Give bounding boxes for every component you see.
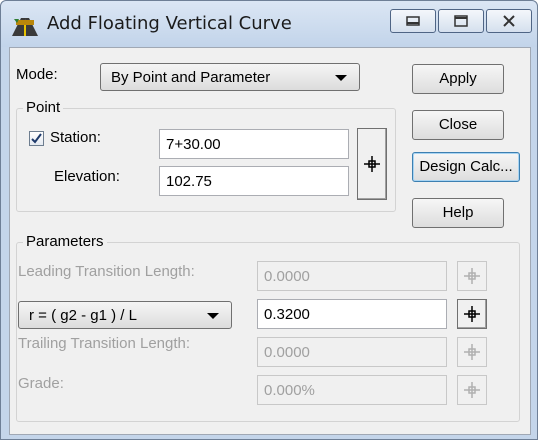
minimize-button[interactable] — [390, 9, 436, 33]
mode-dropdown-value: By Point and Parameter — [111, 69, 271, 86]
restore-button[interactable] — [438, 9, 484, 33]
help-button[interactable]: Help — [412, 198, 504, 228]
crosshair-icon — [464, 344, 480, 360]
dialog-body: Mode: By Point and Parameter Point Stati… — [9, 47, 531, 435]
point-pick-button[interactable] — [357, 128, 387, 200]
close-button[interactable]: Close — [412, 110, 504, 140]
station-label: Station: — [50, 129, 101, 146]
trailing-transition-input[interactable] — [258, 338, 446, 366]
parameter-value-field[interactable] — [257, 299, 447, 329]
grade-label: Grade: — [18, 375, 64, 392]
parameter-pick-button[interactable] — [457, 299, 487, 329]
station-input[interactable] — [160, 130, 348, 158]
parameter-formula-value: r = ( g2 - g1 ) / L — [29, 307, 137, 324]
station-field[interactable] — [159, 129, 349, 159]
crosshair-icon — [364, 156, 380, 172]
title-bar[interactable]: Add Floating Vertical Curve — [1, 1, 537, 47]
close-window-button[interactable] — [486, 9, 532, 33]
restore-icon — [454, 15, 468, 27]
leading-transition-input[interactable] — [258, 262, 446, 290]
chevron-down-icon — [335, 75, 347, 81]
station-checkbox[interactable] — [29, 131, 44, 146]
leading-transition-label: Leading Transition Length: — [18, 263, 195, 280]
window-title: Add Floating Vertical Curve — [47, 13, 292, 34]
close-icon — [503, 15, 515, 27]
mode-label: Mode: — [16, 66, 58, 83]
point-group-title: Point — [23, 99, 64, 116]
elevation-input[interactable] — [160, 167, 348, 195]
crosshair-icon — [464, 382, 480, 398]
grade-field[interactable] — [257, 375, 447, 405]
elevation-label: Elevation: — [54, 168, 120, 185]
leading-pick-button[interactable] — [457, 261, 487, 291]
leading-transition-field[interactable] — [257, 261, 447, 291]
parameter-value-input[interactable] — [258, 300, 446, 328]
trailing-pick-button[interactable] — [457, 337, 487, 367]
apply-button[interactable]: Apply — [412, 64, 504, 94]
grade-pick-button[interactable] — [457, 375, 487, 405]
point-group — [16, 108, 396, 212]
grade-input[interactable] — [258, 376, 446, 404]
elevation-field[interactable] — [159, 166, 349, 196]
dialog-window: Add Floating Vertical Curve Mode: By Poi… — [0, 0, 538, 440]
mode-dropdown[interactable]: By Point and Parameter — [100, 63, 360, 91]
trailing-transition-label: Trailing Transition Length: — [18, 335, 191, 352]
trailing-transition-field[interactable] — [257, 337, 447, 367]
crosshair-icon — [464, 306, 480, 322]
design-calc-button[interactable]: Design Calc... — [412, 152, 520, 182]
parameters-group-title: Parameters — [23, 233, 107, 250]
minimize-icon — [406, 16, 420, 26]
parameter-formula-dropdown[interactable]: r = ( g2 - g1 ) / L — [18, 301, 232, 329]
road-curve-icon — [12, 18, 38, 36]
checkmark-icon — [31, 133, 42, 144]
chevron-down-icon — [207, 313, 219, 319]
crosshair-icon — [464, 268, 480, 284]
